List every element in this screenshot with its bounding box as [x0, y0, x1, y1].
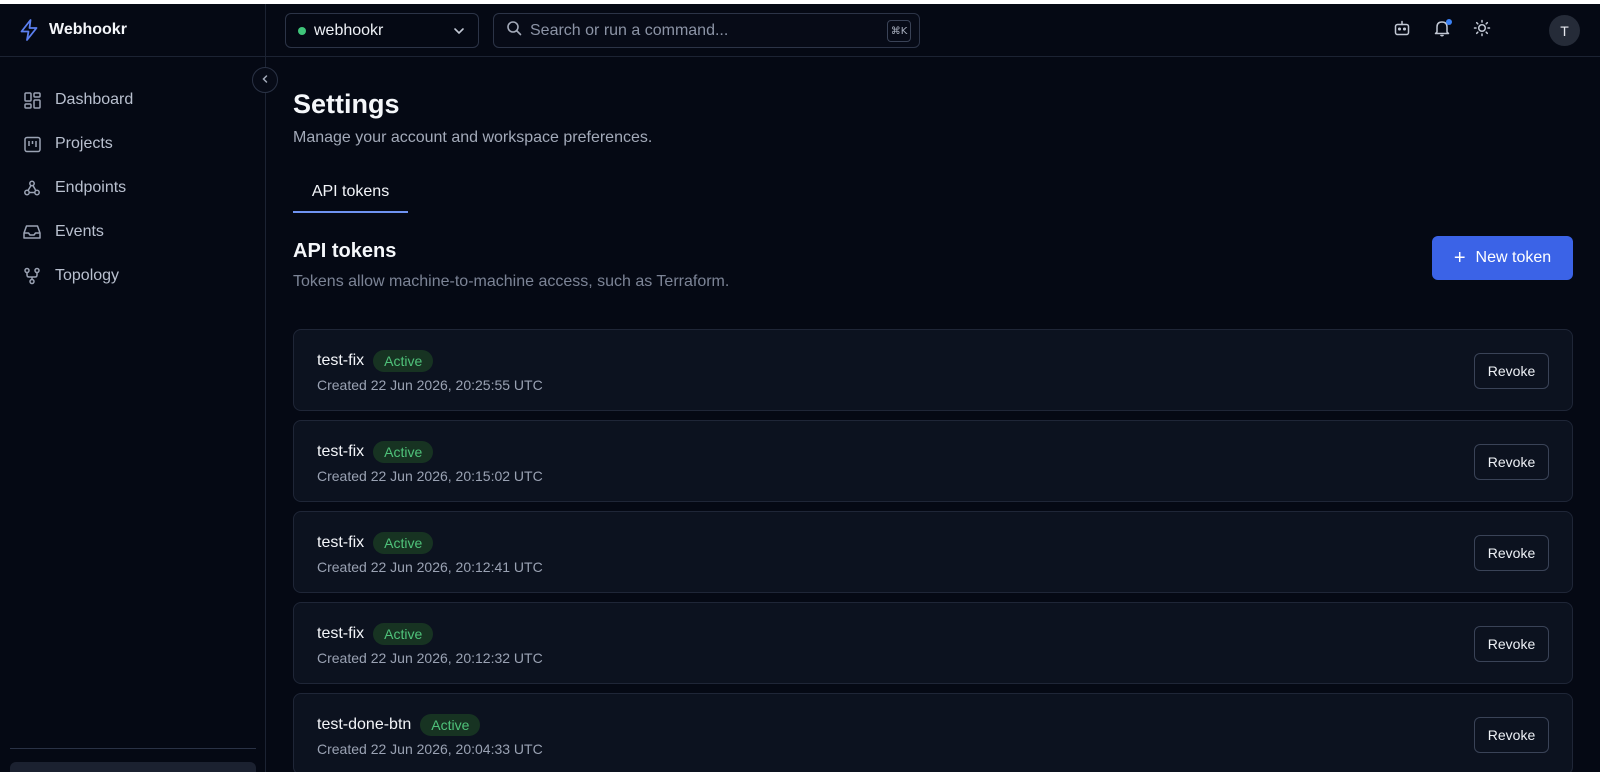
topbar: webhookr ⌘K T	[266, 4, 1600, 57]
notifications-button[interactable]	[1430, 18, 1454, 42]
plus-icon: +	[1453, 247, 1466, 269]
bot-icon	[1393, 19, 1411, 42]
new-token-label: New token	[1475, 249, 1552, 266]
bot-button[interactable]	[1390, 18, 1414, 42]
token-created: Created 22 Jun 2026, 20:04:33 UTC	[317, 741, 543, 757]
webhook-icon	[22, 178, 42, 198]
sidebar-item-topology[interactable]: Topology	[12, 254, 254, 298]
page-title: Settings	[293, 89, 400, 119]
token-card: test-done-btn Active Created 22 Jun 2026,…	[293, 693, 1573, 772]
token-created: Created 22 Jun 2026, 20:12:41 UTC	[317, 559, 543, 575]
token-card: test-fix Active Created 22 Jun 2026, 20:1…	[293, 511, 1573, 593]
inbox-icon	[22, 222, 42, 242]
section-subtitle: Tokens allow machine-to-machine access, …	[293, 273, 730, 290]
token-name: test-fix	[317, 352, 365, 369]
brand[interactable]: Webhookr	[0, 4, 265, 57]
app-window: Webhookr Dashboard Projects Endpoints Ev…	[0, 4, 1600, 772]
token-created: Created 22 Jun 2026, 20:15:02 UTC	[317, 468, 543, 484]
token-created: Created 22 Jun 2026, 20:25:55 UTC	[317, 377, 543, 393]
search-input[interactable]	[530, 15, 919, 46]
sidebar-item-label: Endpoints	[55, 179, 127, 196]
sidebar-divider	[10, 748, 256, 749]
notification-indicator	[1446, 19, 1452, 25]
token-card: test-fix Active Created 22 Jun 2026, 20:2…	[293, 329, 1573, 411]
new-token-button[interactable]: + New token	[1432, 236, 1573, 280]
settings-tabs: API tokens	[293, 173, 1573, 213]
section-title: API tokens	[293, 240, 397, 262]
status-badge: Active	[420, 714, 481, 736]
status-badge: Active	[373, 532, 434, 554]
status-badge: Active	[373, 623, 434, 645]
sidebar-item-label: Dashboard	[55, 91, 134, 108]
search-icon	[506, 20, 522, 41]
sidebar-item-label: Topology	[55, 267, 120, 284]
tab-api-tokens[interactable]: API tokens	[293, 173, 408, 213]
topology-icon	[22, 266, 42, 286]
token-name: test-fix	[317, 625, 365, 642]
collapse-sidebar-button[interactable]	[252, 67, 278, 93]
chevron-left-icon	[260, 71, 270, 89]
sun-icon	[1473, 19, 1491, 42]
lightning-bolt-icon	[18, 19, 40, 41]
token-created: Created 22 Jun 2026, 20:12:32 UTC	[317, 650, 543, 666]
status-badge: Active	[373, 350, 434, 372]
sidebar-item-label: Projects	[55, 135, 113, 152]
revoke-button[interactable]: Revoke	[1474, 535, 1549, 571]
workspace-name: webhookr	[314, 21, 384, 39]
theme-toggle-button[interactable]	[1470, 18, 1494, 42]
sidebar-item-label: Events	[55, 223, 104, 240]
projects-icon	[22, 134, 42, 154]
avatar[interactable]: T	[1549, 15, 1580, 46]
revoke-button[interactable]: Revoke	[1474, 717, 1549, 753]
token-name: test-done-btn	[317, 716, 412, 733]
token-name: test-fix	[317, 443, 365, 460]
workspace-status-dot	[298, 26, 306, 35]
token-card: test-fix Active Created 22 Jun 2026, 20:1…	[293, 420, 1573, 502]
token-card: test-fix Active Created 22 Jun 2026, 20:1…	[293, 602, 1573, 684]
sidebar-nav: Dashboard Projects Endpoints Events Topo…	[12, 78, 254, 298]
sidebar-footer-card[interactable]	[10, 762, 256, 772]
chevron-down-icon	[452, 24, 466, 38]
sidebar-item-endpoints[interactable]: Endpoints	[12, 166, 254, 210]
app-name: Webhookr	[49, 21, 127, 38]
dashboard-icon	[22, 90, 42, 110]
revoke-button[interactable]: Revoke	[1474, 626, 1549, 662]
sidebar-item-projects[interactable]: Projects	[12, 122, 254, 166]
command-search[interactable]: ⌘K	[493, 13, 920, 48]
keyboard-shortcut-hint: ⌘K	[887, 20, 911, 42]
status-badge: Active	[373, 441, 434, 463]
sidebar-item-dashboard[interactable]: Dashboard	[12, 78, 254, 122]
sidebar: Webhookr Dashboard Projects Endpoints Ev…	[0, 4, 266, 772]
page-subtitle: Manage your account and workspace prefer…	[293, 129, 653, 146]
token-name: test-fix	[317, 534, 365, 551]
revoke-button[interactable]: Revoke	[1474, 353, 1549, 389]
workspace-select[interactable]: webhookr	[285, 13, 479, 48]
sidebar-item-events[interactable]: Events	[12, 210, 254, 254]
revoke-button[interactable]: Revoke	[1474, 444, 1549, 480]
